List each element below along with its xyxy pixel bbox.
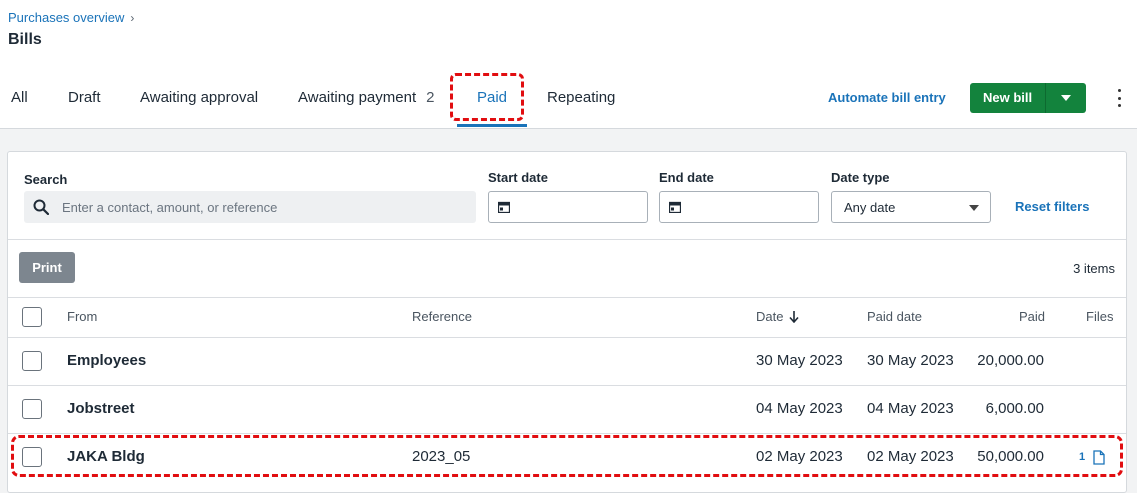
- calendar-icon[interactable]: [498, 201, 510, 213]
- chevron-down-icon: [969, 205, 979, 211]
- column-header-files: Files: [1086, 309, 1114, 324]
- tab-repeating[interactable]: Repeating: [547, 80, 615, 116]
- new-bill-button[interactable]: New bill: [970, 83, 1046, 113]
- date-type-label: Date type: [831, 170, 890, 185]
- page-title: Bills: [8, 31, 42, 48]
- jaka-bldg-row-highlight: [11, 435, 1123, 477]
- automate-bill-entry-link[interactable]: Automate bill entry: [828, 90, 946, 105]
- top-bar: Purchases overview › Bills All Draft Awai…: [0, 0, 1137, 129]
- divider: [8, 337, 1126, 338]
- new-bill-dropdown-button[interactable]: [1045, 83, 1087, 113]
- column-header-paid-date[interactable]: Paid date: [867, 309, 922, 324]
- row-checkbox[interactable]: [22, 399, 42, 419]
- new-bill-button-group: New bill: [970, 83, 1087, 113]
- divider: [8, 385, 1126, 386]
- chevron-right-icon: ›: [130, 11, 135, 25]
- row-paid-amount: 6,000.00: [985, 400, 1044, 417]
- row-paid-date: 30 May 2023: [867, 352, 954, 369]
- start-date-label: Start date: [488, 170, 548, 185]
- divider: [8, 239, 1126, 240]
- tab-awaiting-payment[interactable]: Awaiting payment 2: [298, 80, 434, 116]
- row-from[interactable]: Jobstreet: [67, 400, 135, 417]
- items-count: 3 items: [1073, 261, 1115, 276]
- select-all-checkbox[interactable]: [22, 307, 42, 327]
- divider: [8, 297, 1126, 298]
- column-header-from[interactable]: From: [67, 309, 97, 324]
- reset-filters-link[interactable]: Reset filters: [1015, 199, 1089, 214]
- end-date-label: End date: [659, 170, 714, 185]
- tab-label: All: [11, 89, 28, 106]
- column-header-date[interactable]: Date: [756, 309, 800, 324]
- row-checkbox[interactable]: [22, 351, 42, 371]
- divider: [8, 433, 1126, 434]
- row-from[interactable]: Employees: [67, 352, 146, 369]
- tab-draft[interactable]: Draft: [68, 80, 101, 116]
- row-date: 30 May 2023: [756, 352, 843, 369]
- row-paid-date: 04 May 2023: [867, 400, 954, 417]
- search-icon: [33, 199, 49, 215]
- search-label: Search: [24, 172, 68, 187]
- breadcrumb: Purchases overview ›: [8, 10, 134, 25]
- tab-count-badge: 2: [426, 89, 435, 106]
- print-button[interactable]: Print: [19, 252, 75, 283]
- search-field: [24, 191, 476, 223]
- more-vertical-icon[interactable]: [1115, 89, 1123, 107]
- row-paid-amount: 20,000.00: [977, 352, 1044, 369]
- breadcrumb-purchases-overview[interactable]: Purchases overview: [8, 10, 124, 25]
- end-date-input[interactable]: [659, 191, 819, 223]
- column-header-reference[interactable]: Reference: [412, 309, 472, 324]
- tab-awaiting-approval[interactable]: Awaiting approval: [140, 80, 258, 116]
- paid-tab-highlight: [450, 73, 524, 121]
- start-date-input[interactable]: [488, 191, 648, 223]
- chevron-down-icon: [1061, 95, 1072, 101]
- row-date: 04 May 2023: [756, 400, 843, 417]
- tab-label: Draft: [68, 89, 101, 106]
- tab-all[interactable]: All: [11, 80, 28, 116]
- calendar-icon[interactable]: [669, 201, 681, 213]
- active-tab-indicator: [457, 124, 527, 127]
- search-input[interactable]: [62, 191, 462, 223]
- tab-label: Awaiting payment: [298, 89, 417, 106]
- date-type-select[interactable]: Any date: [831, 191, 991, 223]
- tab-label: Repeating: [547, 89, 616, 106]
- tab-label: Awaiting approval: [140, 89, 259, 106]
- column-header-date-label: Date: [756, 309, 784, 324]
- column-header-paid[interactable]: Paid: [1019, 309, 1045, 324]
- sort-arrow-down-icon: [789, 311, 800, 323]
- date-type-value: Any date: [844, 200, 896, 215]
